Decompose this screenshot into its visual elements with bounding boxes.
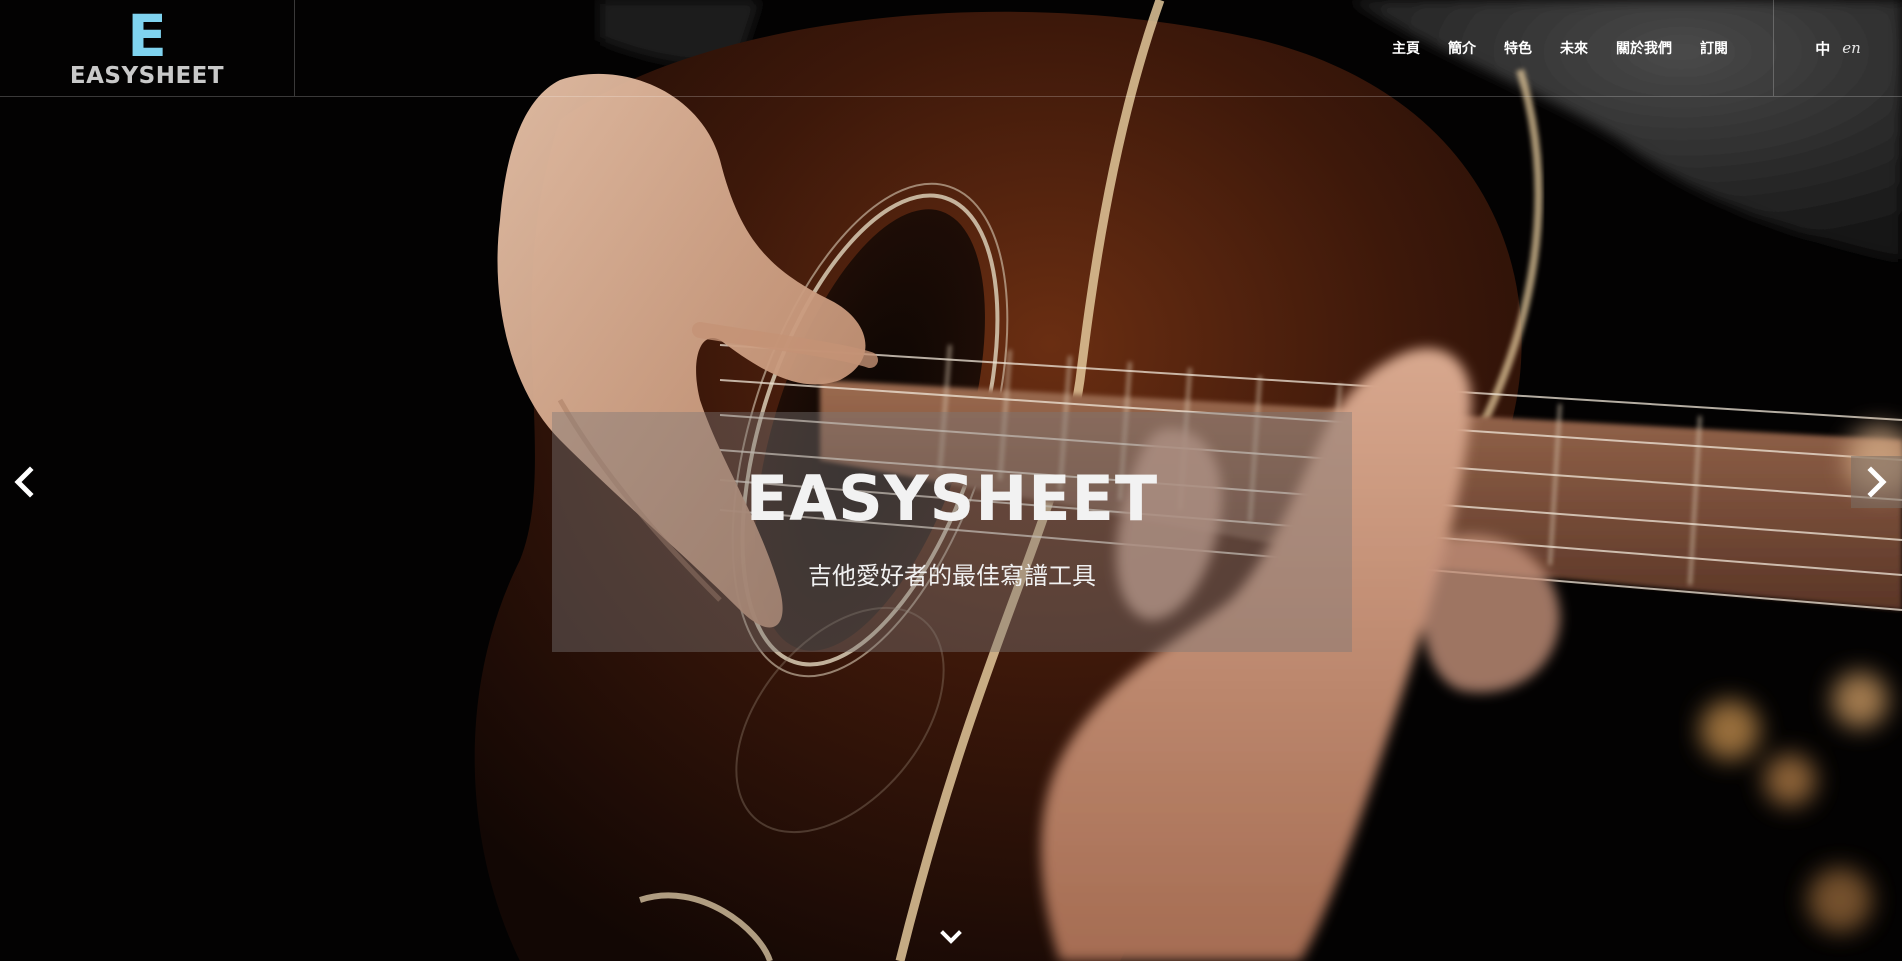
site-header: E EASYSHEET 主頁 簡介 特色 未來 關於我們 訂閱 中 en bbox=[0, 0, 1902, 97]
main-nav: 主頁 簡介 特色 未來 關於我們 訂閱 bbox=[1378, 0, 1742, 96]
logo-mark: E bbox=[127, 2, 167, 70]
chevron-left-icon bbox=[14, 466, 34, 498]
nav-item-intro[interactable]: 簡介 bbox=[1434, 38, 1490, 58]
chevron-down-icon bbox=[940, 930, 962, 944]
hero-subtitle: 吉他愛好者的最佳寫譜工具 bbox=[808, 561, 1096, 590]
nav-item-features[interactable]: 特色 bbox=[1490, 38, 1546, 58]
logo-text: EASYSHEET bbox=[69, 63, 225, 89]
nav-item-subscribe[interactable]: 訂閱 bbox=[1686, 38, 1742, 58]
lang-option-zh[interactable]: 中 bbox=[1815, 38, 1830, 59]
lang-option-en[interactable]: en bbox=[1842, 39, 1861, 57]
nav-item-about-us[interactable]: 關於我們 bbox=[1602, 38, 1686, 58]
language-switcher: 中 en bbox=[1773, 0, 1902, 96]
slider-next-button[interactable] bbox=[1851, 456, 1902, 508]
page: E EASYSHEET 主頁 簡介 特色 未來 關於我們 訂閱 中 en EAS… bbox=[0, 0, 1902, 961]
hero-title: EASYSHEET bbox=[745, 461, 1159, 535]
slider-prev-button[interactable] bbox=[6, 456, 42, 508]
scroll-down-button[interactable] bbox=[938, 924, 964, 950]
hero-caption: EASYSHEET 吉他愛好者的最佳寫譜工具 bbox=[552, 412, 1352, 652]
chevron-right-icon bbox=[1866, 466, 1887, 498]
nav-item-future[interactable]: 未來 bbox=[1546, 38, 1602, 58]
logo[interactable]: E EASYSHEET bbox=[0, 0, 295, 96]
nav-item-home[interactable]: 主頁 bbox=[1378, 38, 1434, 58]
